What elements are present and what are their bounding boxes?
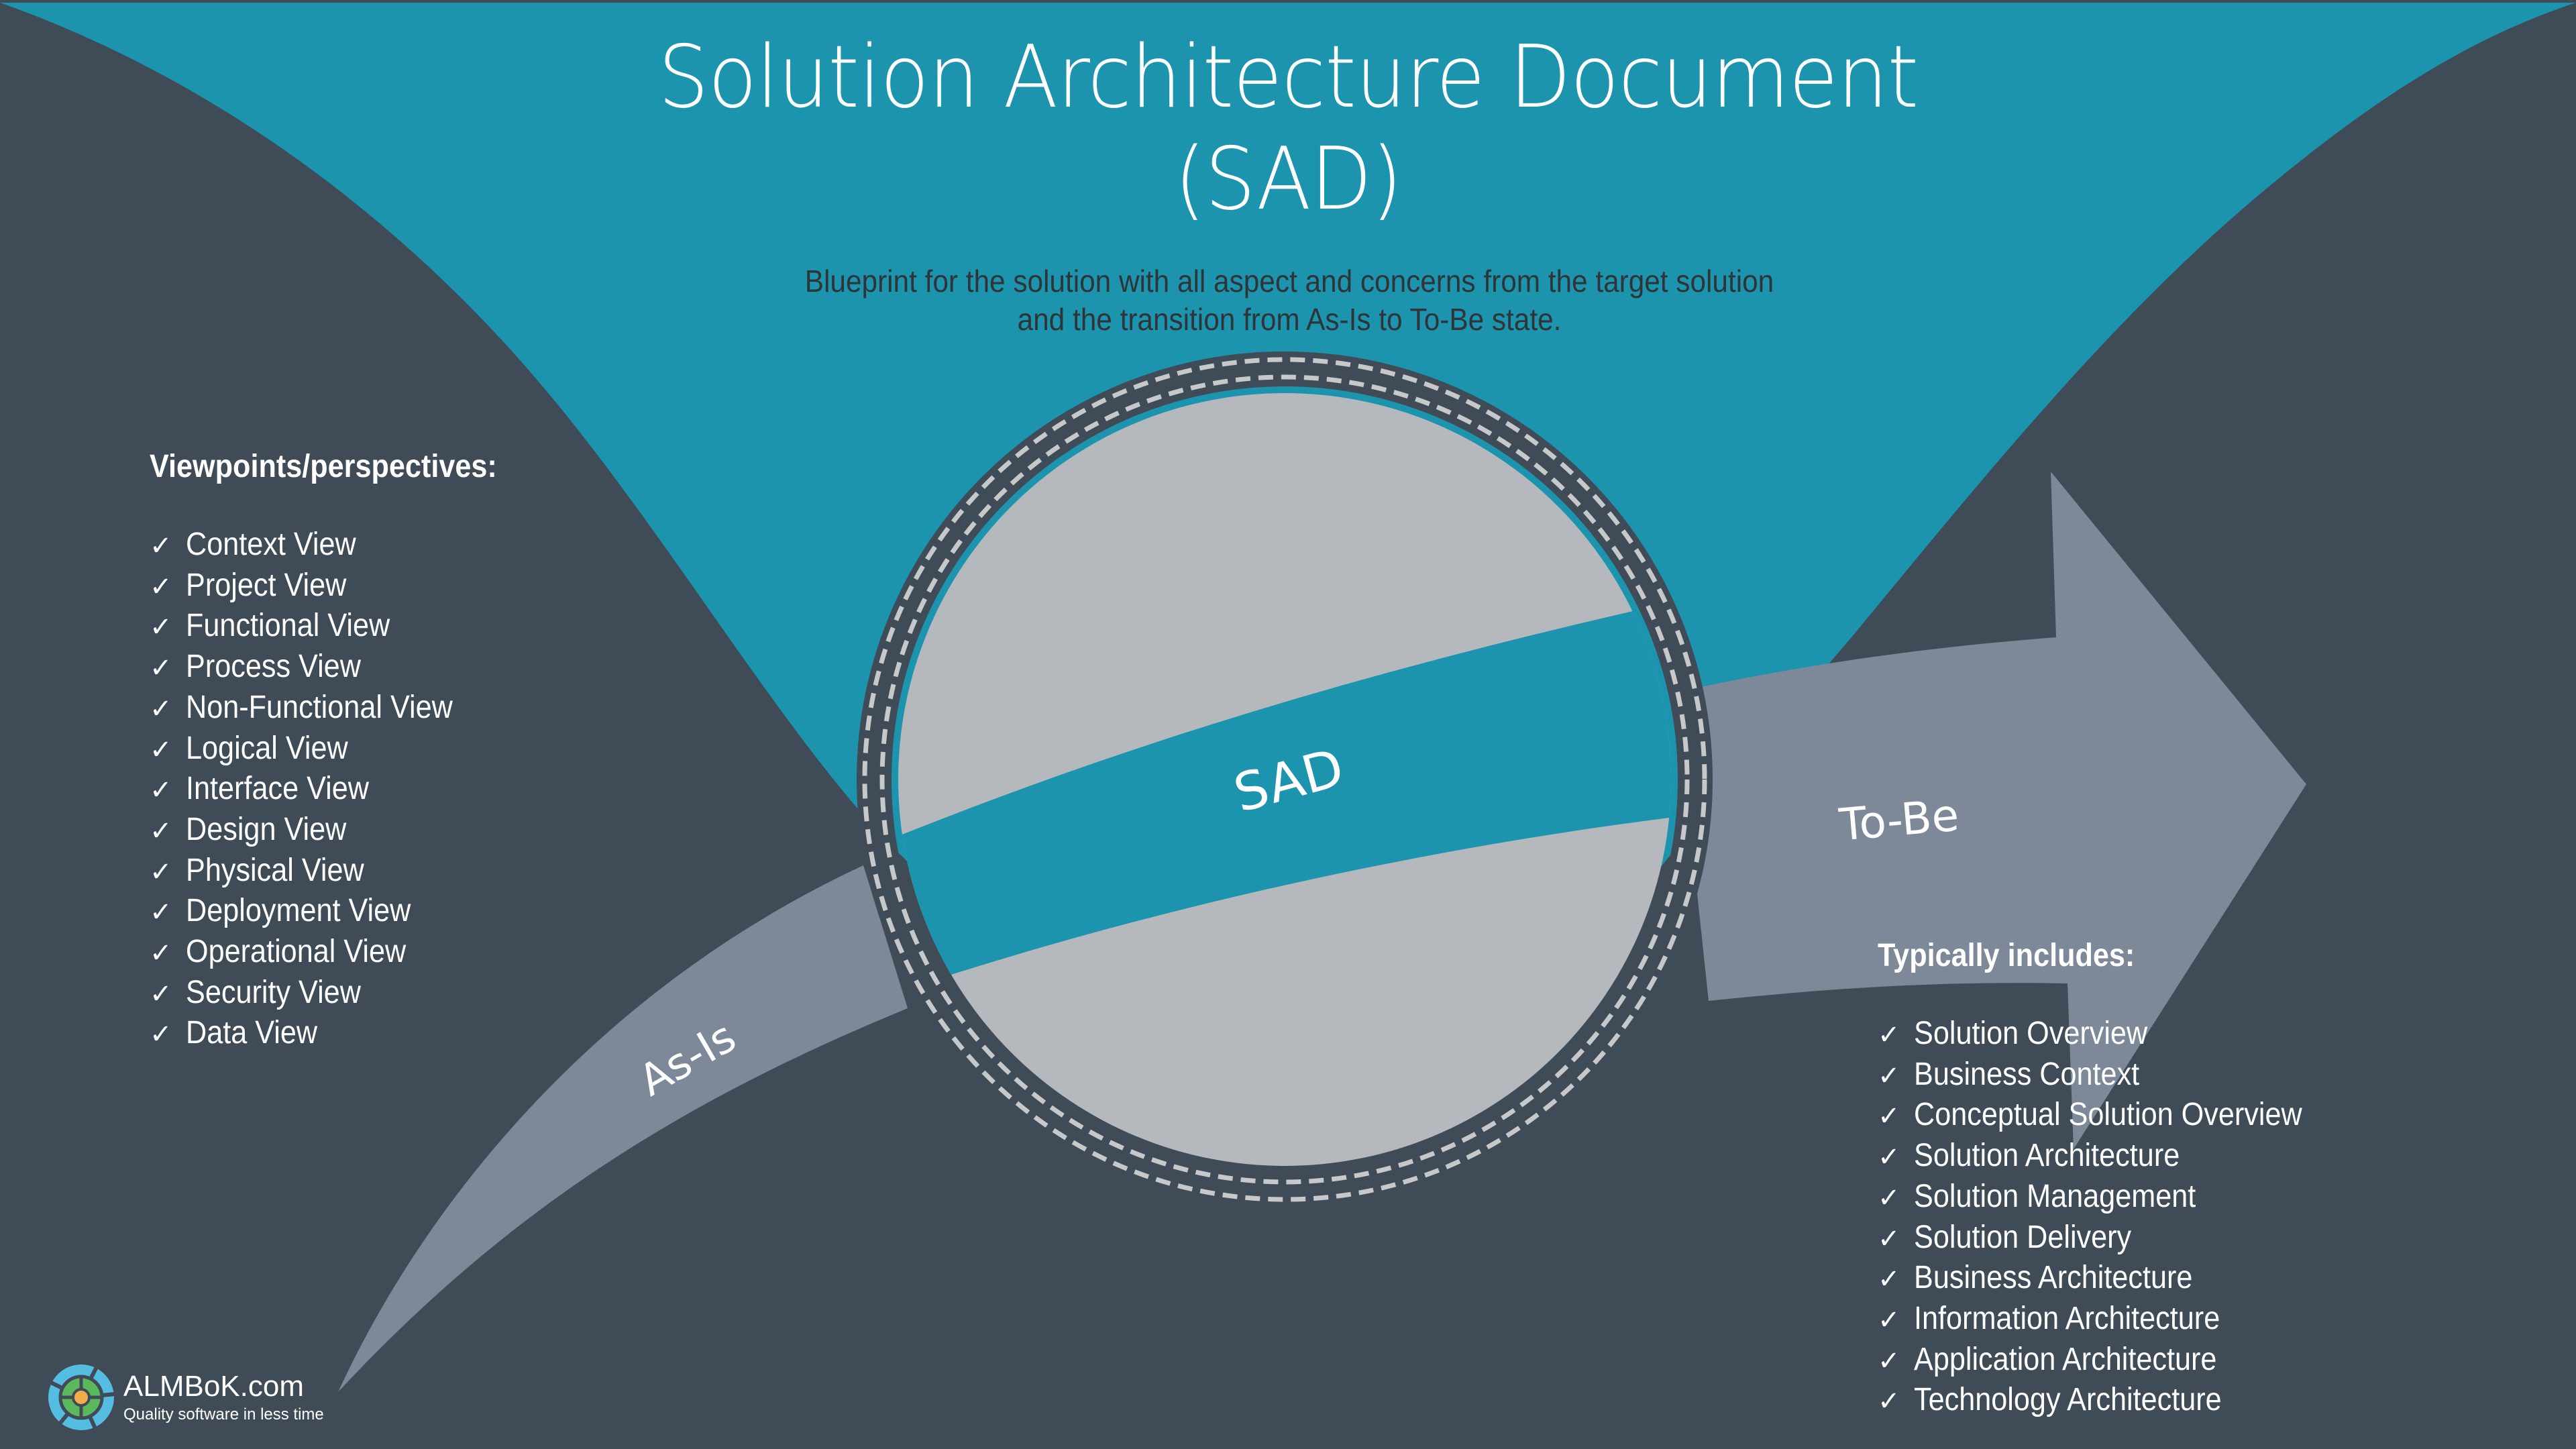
checkmark-icon: ✓ xyxy=(150,978,172,1010)
list-item: ✓ Security View xyxy=(150,973,535,1014)
list-item: ✓ Context View xyxy=(150,525,535,566)
list-item: ✓ Solution Management xyxy=(1878,1177,2345,1218)
list-item: ✓ Process View xyxy=(150,647,535,688)
list-item-label: Business Architecture xyxy=(1914,1260,2193,1296)
includes-heading: Typically includes: xyxy=(1878,938,2135,973)
title-line-2: (SAD) xyxy=(1174,129,1403,229)
checkmark-icon: ✓ xyxy=(1878,1223,1900,1254)
list-item: ✓ Project View xyxy=(150,566,535,607)
list-item: ✓ Business Architecture xyxy=(1878,1258,2345,1299)
logo-icon-spacer xyxy=(48,1364,114,1430)
list-item-label: Solution Delivery xyxy=(1914,1219,2132,1255)
list-item-label: Application Architecture xyxy=(1914,1341,2217,1377)
list-item-label: Operational View xyxy=(186,934,407,970)
logo-tagline: Quality software in less time xyxy=(123,1405,324,1424)
list-item-label: Conceptual Solution Overview xyxy=(1914,1097,2302,1133)
checkmark-icon: ✓ xyxy=(1878,1142,1900,1173)
list-item: ✓ Functional View xyxy=(150,606,535,647)
checkmark-icon: ✓ xyxy=(1878,1264,1900,1295)
list-item-label: Design View xyxy=(186,811,347,847)
list-item: ✓ Non-Functional View xyxy=(150,688,535,729)
list-item-label: Solution Management xyxy=(1914,1178,2196,1214)
list-item: ✓ Information Architecture xyxy=(1878,1299,2345,1340)
list-item: ✓ Design View xyxy=(150,810,535,851)
list-item-label: Non-Functional View xyxy=(186,689,453,725)
checkmark-icon: ✓ xyxy=(150,693,172,724)
list-item-label: Physical View xyxy=(186,852,364,888)
list-item-label: Data View xyxy=(186,1015,318,1051)
checkmark-icon: ✓ xyxy=(150,897,172,928)
list-item: ✓ Deployment View xyxy=(150,892,535,932)
checkmark-icon: ✓ xyxy=(1878,1386,1900,1417)
list-item-label: Information Architecture xyxy=(1914,1300,2220,1336)
title-line-1: Solution Architecture Document xyxy=(658,28,1919,127)
includes-items: ✓ Solution Overview ✓ Business Context ✓ Conc… xyxy=(1878,1014,2345,1421)
checkmark-icon: ✓ xyxy=(150,1019,172,1051)
viewpoints-heading: Viewpoints/perspectives: xyxy=(150,449,497,484)
checkmark-icon: ✓ xyxy=(150,531,172,561)
checkmark-icon: ✓ xyxy=(1878,1060,1900,1091)
list-item: ✓ Technology Architecture xyxy=(1878,1381,2345,1421)
list-item-label: Logical View xyxy=(186,730,348,766)
checkmark-icon: ✓ xyxy=(150,734,172,765)
checkmark-icon: ✓ xyxy=(1878,1345,1900,1377)
list-item: ✓ Application Architecture xyxy=(1878,1340,2345,1381)
list-item-label: Functional View xyxy=(186,608,390,644)
list-item: ✓ Business Context xyxy=(1878,1055,2345,1096)
list-item: ✓ Interface View xyxy=(150,769,535,810)
list-item-label: Technology Architecture xyxy=(1914,1382,2222,1418)
list-item-label: Security View xyxy=(186,974,361,1010)
list-item-label: Solution Architecture xyxy=(1914,1138,2180,1174)
checkmark-icon: ✓ xyxy=(1878,1020,1900,1051)
list-item-label: Context View xyxy=(186,527,356,562)
logo-name: ALMBoK.com xyxy=(123,1370,304,1403)
checkmark-icon: ✓ xyxy=(1878,1101,1900,1132)
checkmark-icon: ✓ xyxy=(150,856,172,888)
checkmark-icon: ✓ xyxy=(150,775,172,806)
checkmark-icon: ✓ xyxy=(150,612,172,643)
list-item: ✓ Solution Overview xyxy=(1878,1014,2345,1055)
viewpoints-list: Viewpoints/perspectives: ✓ Context View ✓ P… xyxy=(150,447,535,1055)
checkmark-icon: ✓ xyxy=(1878,1182,1900,1214)
page-subtitle: Blueprint for the solution with all aspe… xyxy=(103,262,2475,339)
subtitle-line-2: and the transition from As-Is to To-Be s… xyxy=(1017,302,1562,337)
list-item: ✓ Solution Delivery xyxy=(1878,1218,2345,1259)
list-item: ✓ Physical View xyxy=(150,851,535,892)
page-title: Solution Architecture Document (SAD) xyxy=(91,27,2486,231)
list-item: ✓ Logical View xyxy=(150,729,535,770)
list-item-label: Deployment View xyxy=(186,893,411,929)
logo-text: ALMBoK.com Quality software in less time xyxy=(123,1371,324,1424)
subtitle-line-1: Blueprint for the solution with all aspe… xyxy=(804,264,1774,299)
checkmark-icon: ✓ xyxy=(150,571,172,602)
list-item: ✓ Data View xyxy=(150,1014,535,1055)
list-item: ✓ Conceptual Solution Overview xyxy=(1878,1095,2345,1136)
checkmark-icon: ✓ xyxy=(1878,1304,1900,1336)
list-item: ✓ Operational View xyxy=(150,932,535,973)
list-item-label: Business Context xyxy=(1914,1056,2140,1092)
includes-list: Typically includes: ✓ Solution Overview ✓ B… xyxy=(1878,936,2345,1421)
checkmark-icon: ✓ xyxy=(150,938,172,969)
list-item-label: Solution Overview xyxy=(1914,1016,2148,1051)
list-item: ✓ Solution Architecture xyxy=(1878,1136,2345,1177)
list-item-label: Interface View xyxy=(186,771,369,807)
checkmark-icon: ✓ xyxy=(150,653,172,684)
list-item-label: Project View xyxy=(186,567,347,603)
to-be-label: To-Be xyxy=(1837,789,1961,851)
list-item-label: Process View xyxy=(186,649,361,685)
viewpoints-items: ✓ Context View ✓ Project View ✓ Functional Vi… xyxy=(150,525,535,1055)
almbok-logo[interactable]: ALMBoK.com Quality software in less time xyxy=(48,1364,324,1430)
checkmark-icon: ✓ xyxy=(150,815,172,847)
